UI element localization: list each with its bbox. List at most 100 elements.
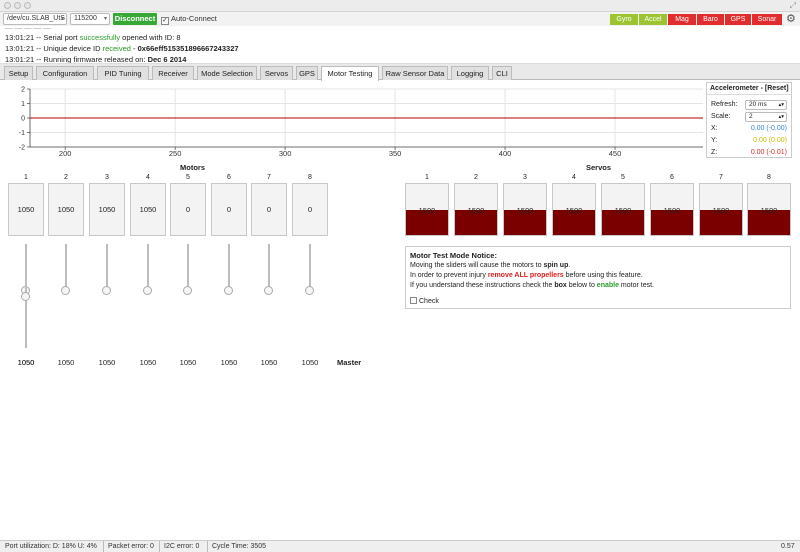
slider-track [106, 244, 108, 291]
close-window-button[interactable] [4, 2, 11, 9]
tab-servos[interactable]: Servos [260, 66, 293, 80]
status-bar: Port utilization: D: 18% U: 4% Packet er… [0, 540, 800, 552]
servo-number: 5 [621, 174, 625, 181]
motor-number: 8 [308, 174, 312, 181]
motor-slider-6[interactable] [224, 244, 234, 295]
slider-handle[interactable] [143, 286, 152, 295]
slider-handle[interactable] [183, 286, 192, 295]
baud-select[interactable]: 115200 ▾ [70, 13, 110, 25]
servo-value: 1500 [614, 206, 632, 215]
check-label: Check [419, 298, 439, 305]
refresh-select[interactable]: 20 ms ▴▾ [745, 100, 787, 110]
sensor-indicator-gyro: Gyro [610, 14, 638, 25]
chevron-down-icon: ▾ [103, 16, 107, 22]
minimize-window-button[interactable] [14, 2, 21, 9]
enable-motor-test-toggle[interactable]: Check [410, 297, 439, 305]
y-label: Y: [711, 137, 718, 144]
port-select-value: /dev/cu.SLAB_UtS [7, 15, 65, 22]
servo-output-meter: 1500 [650, 183, 694, 236]
log-line: 13:01:21 -- Unique device ID received - … [5, 44, 239, 53]
i2c-error: I2C error: 0 [159, 541, 199, 552]
slider-track [187, 244, 189, 291]
motor-output-meter: 1050 [8, 183, 44, 236]
slider-handle[interactable] [224, 286, 233, 295]
master-label: Master [337, 358, 362, 367]
auto-connect-label: Auto-Connect [171, 14, 217, 23]
servo-output-meter: 1500 [699, 183, 743, 236]
enable-motor-test-checkbox[interactable] [410, 297, 417, 304]
header-bar: /dev/cu.SLAB_UtS ▾ 115200 ▾ Disconnect ✓ Au… [0, 12, 800, 26]
servo-number: 4 [572, 174, 576, 181]
port-utilization: Port utilization: D: 18% U: 4% [5, 543, 97, 550]
motor-slider-4[interactable] [143, 244, 153, 295]
tab-motor-testing[interactable]: Motor Testing [321, 66, 379, 81]
port-select[interactable]: /dev/cu.SLAB_UtS ▾ [3, 13, 67, 25]
zoom-window-button[interactable] [24, 2, 31, 9]
servo-number: 8 [767, 174, 771, 181]
sensor-indicator-mag: Mag [668, 14, 696, 25]
servo-output-meter: 1500 [747, 183, 791, 236]
slider-handle[interactable] [305, 286, 314, 295]
motor-slider-value: 1050 [139, 358, 157, 367]
chevron-down-icon: ▾ [60, 16, 64, 22]
tab-bar: Setup Configuration PID Tuning Receiver Mode… [0, 64, 800, 81]
slider-handle[interactable] [21, 292, 30, 301]
auto-connect-toggle[interactable]: ✓ Auto-Connect [161, 14, 217, 25]
motor-number: 5 [186, 174, 190, 181]
tab-setup[interactable]: Setup [4, 66, 33, 80]
tab-mode-selection[interactable]: Mode Selection [197, 66, 257, 80]
tab-pid-tuning[interactable]: PID Tuning [97, 66, 149, 80]
fullscreen-icon[interactable]: ⤢ [790, 1, 796, 11]
x-tick-label: 250 [169, 149, 182, 158]
slider-track [65, 244, 67, 291]
servo-number: 3 [523, 174, 527, 181]
sensor-indicator-sonar: Sonar [752, 14, 782, 25]
motor-number: 1 [24, 174, 28, 181]
motor-slider-value: 1050 [57, 358, 75, 367]
motor-output-meter: 1050 [48, 183, 84, 236]
scale-label: Scale: [711, 113, 731, 120]
chevron-down-icon: ▴▾ [778, 102, 784, 108]
motor-slider-2[interactable] [61, 244, 71, 295]
gear-icon[interactable]: ⚙ [786, 13, 796, 25]
scale-select[interactable]: 2 ▴▾ [745, 112, 787, 122]
tab-logging[interactable]: Logging [451, 66, 489, 80]
tab-configuration[interactable]: Configuration [36, 66, 94, 80]
tab-gps[interactable]: GPS [296, 66, 318, 80]
notice-title: Motor Test Mode Notice: [410, 251, 497, 260]
motor-testing-panel: 2 1 0 -1 -2 200 250 300 350 400 450 Accelerometer … [0, 81, 800, 539]
servo-output-meter: 1500 [601, 183, 645, 236]
sensor-indicator-accel: Accel [639, 14, 667, 25]
log-line: 13:01:21 -- Running firmware released on… [5, 55, 187, 64]
y-tick-label: 0 [21, 116, 25, 123]
auto-connect-checkbox[interactable]: ✓ [161, 17, 169, 25]
slider-track [309, 244, 311, 291]
tab-cli[interactable]: CLI [492, 66, 512, 80]
servo-number: 7 [719, 174, 723, 181]
motor-slider-7[interactable] [264, 244, 274, 295]
motor-slider-5[interactable] [183, 244, 193, 295]
notice-line: Moving the sliders will cause the motors… [410, 262, 571, 269]
servo-value: 1500 [565, 206, 583, 215]
x-value: 0.00 (-0.00) [750, 125, 787, 132]
cycle-time: Cycle Time: 3505 [207, 541, 266, 552]
slider-handle[interactable] [61, 286, 70, 295]
accelerometer-title[interactable]: Accelerometer - [Reset] [707, 83, 791, 95]
motor-output-meter: 1050 [130, 183, 166, 236]
slider-handle[interactable] [264, 286, 273, 295]
motor-slider-3[interactable] [102, 244, 112, 295]
master-slider-value: 1050 [17, 358, 35, 367]
master-slider[interactable] [21, 244, 31, 348]
motor-output-meter: 0 [251, 183, 287, 236]
motor-slider-8[interactable] [305, 244, 315, 295]
disconnect-button[interactable]: Disconnect [113, 13, 157, 25]
tab-raw-sensor-data[interactable]: Raw Sensor Data [382, 66, 448, 80]
log-line-partial: — — — — — [5, 26, 51, 32]
y-tick-label: -1 [19, 130, 25, 137]
baud-select-value: 115200 [74, 15, 97, 22]
sensor-indicator-baro: Baro [697, 14, 724, 25]
slider-handle[interactable] [102, 286, 111, 295]
tab-receiver[interactable]: Receiver [152, 66, 194, 80]
motor-slider-value: 1050 [220, 358, 238, 367]
x-tick-label: 300 [279, 149, 292, 158]
